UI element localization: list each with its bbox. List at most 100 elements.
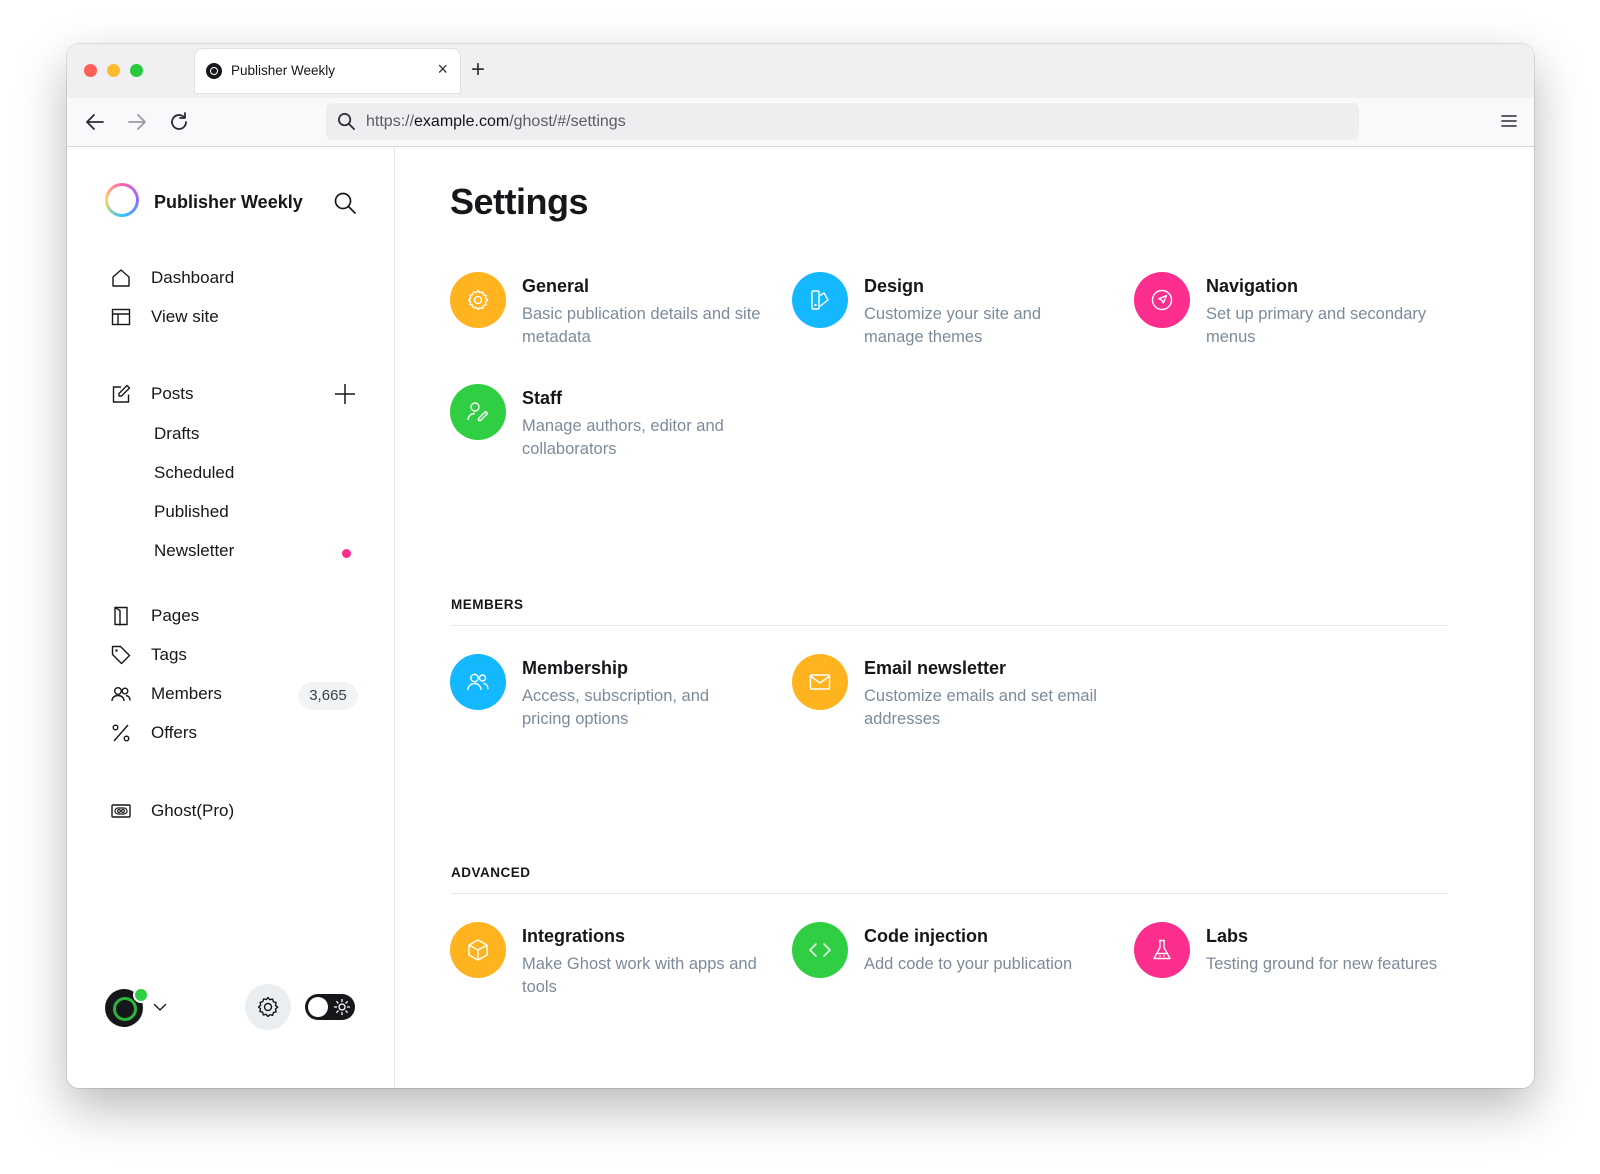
staff-icon-circle — [450, 384, 506, 440]
brush-icon — [811, 290, 829, 310]
reload-icon[interactable] — [167, 110, 191, 134]
settings-card-email-newsletter[interactable]: Email newsletter Customize emails and se… — [792, 654, 1112, 734]
sidebar: Publisher Weekly Dashboard View site Pos… — [67, 147, 395, 1088]
search-icon[interactable] — [333, 191, 357, 215]
card-title: Integrations — [522, 926, 626, 946]
card-title: Navigation — [1206, 276, 1299, 296]
add-post-icon[interactable] — [334, 383, 356, 405]
gear-icon — [257, 996, 279, 1018]
gear-icon — [467, 289, 489, 311]
sidebar-item-label: Posts — [151, 384, 194, 403]
url-scheme: https:// — [366, 113, 415, 130]
sidebar-item-drafts[interactable]: Drafts — [154, 424, 199, 444]
card-description: Testing ground for new features — [1206, 955, 1438, 973]
publication-name[interactable]: Publisher Weekly — [154, 192, 303, 213]
address-bar[interactable]: https://example.com/ghost/#/settings — [326, 103, 1359, 140]
settings-card-staff[interactable]: Staff Manage authors, editor and collabo… — [450, 384, 770, 464]
card-description: Customize your site and manage themes — [864, 305, 1041, 346]
card-description: Make Ghost work with apps and tools — [522, 955, 757, 996]
sidebar-item-label: Pages — [151, 606, 200, 625]
section-divider — [451, 893, 1448, 894]
new-tab-icon[interactable]: + — [471, 58, 485, 82]
minimize-window-button[interactable] — [107, 64, 120, 77]
page-icon — [114, 606, 128, 626]
compass-icon — [1151, 289, 1173, 311]
sidebar-item-published[interactable]: Published — [154, 502, 229, 522]
flask-icon — [1153, 939, 1171, 960]
settings-card-membership[interactable]: Membership Access, subscription, and pri… — [450, 654, 770, 734]
card-description: Add code to your publication — [864, 955, 1073, 973]
close-window-button[interactable] — [84, 64, 97, 77]
close-tab-icon[interactable]: × — [437, 59, 448, 79]
section-divider — [451, 625, 1448, 626]
settings-card-labs[interactable]: Labs Testing ground for new features — [1134, 922, 1454, 1002]
browser-toolbar: https://example.com/ghost/#/settings — [67, 98, 1534, 147]
section-label-members: MEMBERS — [451, 597, 524, 612]
maximize-window-button[interactable] — [130, 64, 143, 77]
card-description: Customize emails and set email addresses — [864, 687, 1097, 728]
general-icon-circle — [450, 272, 506, 328]
members-icon — [111, 687, 131, 702]
sun-icon — [334, 999, 350, 1015]
tab-title: Publisher Weekly — [231, 63, 336, 78]
ghost-favicon-icon — [206, 63, 222, 79]
sidebar-item-label: Tags — [151, 645, 187, 664]
card-title: Design — [864, 276, 925, 296]
theme-toggle[interactable] — [305, 994, 355, 1020]
settings-card-integrations[interactable]: Integrations Make Ghost work with apps a… — [450, 922, 770, 1002]
settings-main: Settings General Basic publication detai… — [395, 147, 1534, 1088]
sidebar-item-newsletter[interactable]: Newsletter — [154, 541, 234, 561]
url-path: /ghost/#/settings — [509, 113, 626, 130]
card-description: Basic publication details and site metad… — [522, 305, 761, 346]
settings-card-design[interactable]: Design Customize your site and manage th… — [792, 272, 1112, 352]
home-icon — [112, 269, 130, 287]
labs-icon-circle — [1134, 922, 1190, 978]
search-icon — [338, 113, 355, 130]
tag-icon — [111, 645, 131, 665]
design-icon-circle — [792, 272, 848, 328]
chevron-down-icon[interactable] — [153, 1002, 167, 1012]
settings-card-general[interactable]: General Basic publication details and si… — [450, 272, 770, 352]
settings-card-navigation[interactable]: Navigation Set up primary and secondary … — [1134, 272, 1454, 352]
percent-icon — [112, 724, 130, 742]
publication-logo[interactable] — [105, 183, 139, 217]
code-injection-icon-circle — [792, 922, 848, 978]
card-title: Labs — [1206, 926, 1249, 946]
url-text: https://example.com/ghost/#/settings — [366, 113, 626, 131]
members-icon — [467, 673, 489, 691]
browser-tab[interactable]: Publisher Weekly × — [195, 49, 460, 93]
newsletter-status-dot — [342, 549, 351, 558]
box-icon — [468, 939, 488, 961]
edit-icon — [112, 384, 131, 403]
integrations-icon-circle — [450, 922, 506, 978]
membership-icon-circle — [450, 654, 506, 710]
url-host: example.com — [414, 113, 510, 130]
card-description: Access, subscription, and pricing option… — [522, 687, 710, 728]
browser-window: Publisher Weekly × + https://example.com… — [67, 44, 1534, 1088]
envelope-icon — [809, 674, 831, 690]
forward-arrow-icon[interactable] — [125, 110, 149, 134]
title-bar: Publisher Weekly × + — [67, 44, 1534, 98]
card-title: Membership — [522, 658, 629, 678]
section-label-advanced: ADVANCED — [451, 865, 531, 880]
back-arrow-icon[interactable] — [83, 110, 107, 134]
layout-icon — [111, 308, 131, 326]
toggle-knob — [308, 997, 328, 1017]
card-title: Email newsletter — [864, 658, 1007, 678]
card-description: Set up primary and secondary menus — [1206, 305, 1427, 346]
sidebar-item-label: Members — [151, 684, 222, 703]
settings-button[interactable] — [245, 984, 291, 1030]
email-icon-circle — [792, 654, 848, 710]
sidebar-item-scheduled[interactable]: Scheduled — [154, 463, 234, 483]
card-description: Manage authors, editor and collaborators — [522, 417, 724, 458]
sidebar-item-label: Offers — [151, 723, 197, 742]
members-count-badge: 3,665 — [298, 682, 358, 710]
hamburger-menu-icon[interactable] — [1500, 112, 1518, 130]
card-title: General — [522, 276, 590, 296]
card-title: Code injection — [864, 926, 989, 946]
sidebar-item-label: Ghost(Pro) — [151, 801, 235, 820]
user-edit-icon — [467, 402, 489, 422]
navigation-icon-circle — [1134, 272, 1190, 328]
settings-card-code-injection[interactable]: Code injection Add code to your publicat… — [792, 922, 1112, 1002]
card-title: Staff — [522, 388, 562, 408]
